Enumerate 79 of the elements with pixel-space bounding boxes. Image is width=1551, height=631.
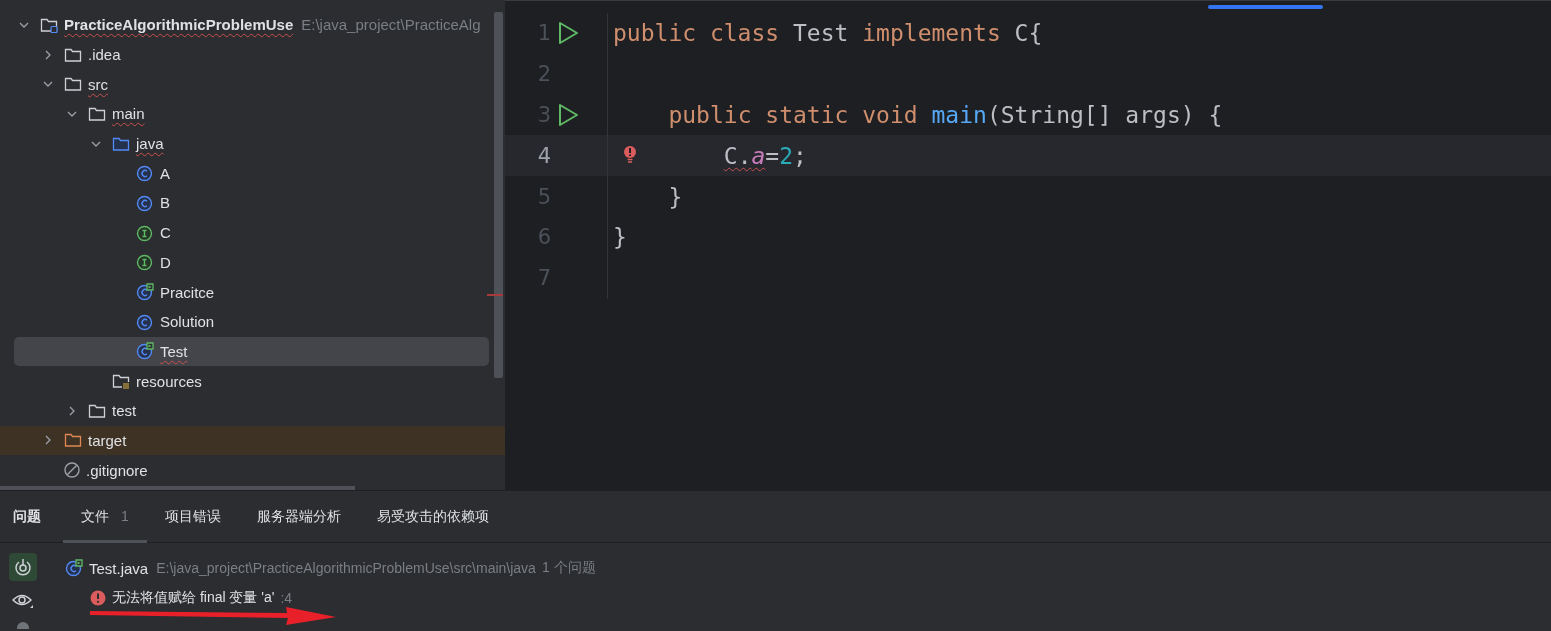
- tree-item[interactable]: main: [0, 99, 505, 129]
- run-icon[interactable]: [557, 21, 579, 46]
- code-line: }: [613, 224, 627, 251]
- tree-item[interactable]: src: [0, 69, 505, 100]
- tree-item-label: C: [160, 224, 171, 242]
- tree-item-label: test: [112, 402, 137, 420]
- tree-item[interactable]: A: [0, 158, 505, 189]
- error-stripe-mark: [487, 294, 503, 296]
- folder-icon: [64, 432, 82, 449]
- tree-item-label: main: [112, 105, 145, 123]
- class-icon: [136, 164, 154, 183]
- autoscroll-icon: [12, 557, 33, 577]
- tree-item-label: Test: [160, 342, 188, 360]
- code-line: public static void main(String[] args) {: [668, 102, 1223, 128]
- tab[interactable]: 服务器端分析: [238, 490, 359, 543]
- tree-item-label: .idea: [88, 46, 121, 64]
- file-path: E:\java_project\PracticeAlgorithmicProblemUse\src\main\java: [156, 560, 536, 576]
- folder-icon: [64, 46, 82, 63]
- tree-item[interactable]: Solution: [0, 306, 505, 337]
- file-name[interactable]: Test.java: [89, 559, 149, 577]
- code-line: }: [668, 183, 683, 210]
- code-line: C.a=2;: [723, 142, 807, 169]
- eye-icon: [11, 592, 34, 610]
- line-number: 4: [536, 143, 551, 168]
- chevron-icon[interactable]: [43, 435, 53, 446]
- panel-title: 问题: [13, 507, 41, 526]
- tree-item[interactable]: test: [0, 395, 505, 426]
- tree-item[interactable]: target: [0, 425, 505, 456]
- tree-item-label: D: [160, 253, 171, 271]
- run-icon[interactable]: [557, 103, 579, 127]
- project-path: E:\java_project\PracticeAlg: [301, 16, 481, 34]
- folder-icon: [88, 402, 106, 419]
- tree-item[interactable]: Pracitce: [0, 277, 505, 307]
- problem-message[interactable]: 无法将值赋给 final 变量 'a': [112, 589, 275, 607]
- code-line: public class Test implements C{: [613, 20, 1043, 47]
- tree-item[interactable]: .gitignore: [0, 455, 505, 485]
- autoscroll-button[interactable]: [8, 553, 37, 581]
- folder-icon: [88, 105, 106, 122]
- tree-item-label: target: [88, 431, 127, 449]
- tab[interactable]: 易受攻击的依赖项: [358, 490, 507, 543]
- tree-item[interactable]: B: [0, 188, 505, 218]
- error-bulb-icon[interactable]: [623, 145, 637, 164]
- tree-item[interactable]: PracticeAlgorithmicProblemUse E:\java_project\PracticeAlg: [0, 10, 505, 40]
- tree-item-label: resources: [136, 372, 202, 390]
- tree-item-label: A: [160, 164, 170, 182]
- tree-item-label: src: [88, 75, 108, 93]
- class-icon: [136, 283, 154, 302]
- class-icon: [136, 312, 154, 331]
- interface-icon: [136, 223, 154, 242]
- class-icon: [65, 559, 83, 577]
- scrollbar[interactable]: [0, 485, 355, 490]
- problem-count: 1 个问题: [541, 559, 596, 577]
- folder-icon: [64, 76, 82, 93]
- class-icon: [136, 193, 154, 212]
- scrollbar[interactable]: [494, 12, 503, 378]
- chevron-icon[interactable]: [43, 49, 53, 60]
- folder-icon: [112, 135, 130, 152]
- tree-item[interactable]: D: [0, 247, 505, 278]
- tree-item[interactable]: java: [0, 128, 505, 159]
- tree-item-label: java: [136, 135, 164, 153]
- folder-icon: [40, 16, 58, 33]
- problem-line: :4: [280, 590, 293, 606]
- folder-icon: [112, 373, 130, 390]
- tree-item[interactable]: C: [0, 217, 505, 248]
- tree-item-label: B: [160, 194, 170, 212]
- ignored-file-icon: [64, 462, 80, 479]
- tree-item[interactable]: Test: [14, 336, 489, 367]
- class-icon: [136, 342, 154, 361]
- tree-item-label: Pracitce: [160, 283, 215, 301]
- tab[interactable]: 项目错误: [146, 490, 239, 543]
- tree-item[interactable]: .idea: [0, 39, 505, 70]
- tree-item-label: PracticeAlgorithmicProblemUse: [64, 16, 294, 34]
- interface-icon: [136, 253, 154, 272]
- chevron-icon[interactable]: [67, 405, 77, 416]
- tab[interactable]: 文件 1: [63, 490, 147, 543]
- tree-item-label: .gitignore: [86, 461, 148, 479]
- error-icon: [90, 590, 106, 606]
- tree-item[interactable]: resources: [0, 366, 505, 396]
- tree-item-label: Solution: [160, 313, 215, 331]
